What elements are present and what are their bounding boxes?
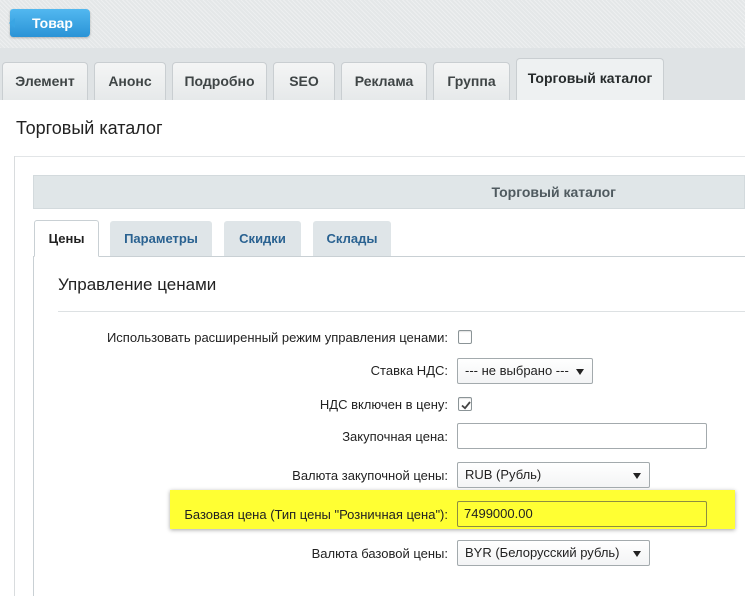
purchase-currency-label: Валюта закупочной цены: [292,468,448,483]
chevron-down-icon [633,473,641,479]
base-currency-select[interactable]: BYR (Белорусский рубль) [457,540,650,566]
tab-announce[interactable]: Анонс [94,62,166,100]
base-price-input[interactable]: 7499000.00 [457,501,707,527]
tab-group[interactable]: Группа [433,62,510,100]
vat-included-checkbox[interactable] [458,397,472,411]
main-tab-bar: Элемент Анонс Подробно SEO Реклама Групп… [0,48,745,100]
base-price-label: Базовая цена (Тип цены "Розничная цена")… [184,507,448,522]
vat-included-label: НДС включен в цену: [319,397,448,412]
chevron-down-icon [576,369,584,375]
extended-mode-label: Использовать расширенный режим управлени… [106,330,448,345]
divider [14,156,745,157]
sub-tab-parameters[interactable]: Параметры [110,221,212,257]
purchase-currency-value: RUB (Рубль) [465,467,542,482]
vat-rate-label: Ставка НДС: [370,363,448,378]
checkmark-icon [461,401,471,410]
tab-advertising[interactable]: Реклама [341,62,427,100]
sub-tab-prices[interactable]: Цены [34,220,99,257]
base-currency-label: Валюта базовой цены: [311,546,448,561]
page-title: Торговый каталог [16,118,163,138]
sub-tab-discounts[interactable]: Скидки [224,221,301,257]
divider [14,156,15,596]
tab-trade-catalog[interactable]: Торговый каталог [516,58,664,100]
tab-panel: Торговый каталог Торговый каталог Цены П… [0,100,745,596]
vat-rate-value: --- не выбрано --- [465,363,569,378]
tab-details[interactable]: Подробно [172,62,267,100]
content-title: Управление ценами [58,275,217,294]
chevron-down-icon [633,551,641,557]
tab-seo[interactable]: SEO [273,62,335,100]
sub-tab-warehouses[interactable]: Склады [313,221,391,257]
vat-rate-select[interactable]: --- не выбрано --- [457,358,593,384]
extended-mode-checkbox[interactable] [458,330,472,344]
purchase-price-input[interactable] [457,423,707,449]
base-currency-value: BYR (Белорусский рубль) [465,545,620,560]
back-to-product-button[interactable]: Товар [9,9,90,37]
section-header: Торговый каталог [33,175,745,209]
top-bar: Товар [0,0,745,48]
tab-element[interactable]: Элемент [2,62,88,100]
purchase-price-label: Закупочная цена: [342,429,448,444]
divider [58,311,745,312]
purchase-currency-select[interactable]: RUB (Рубль) [457,462,650,488]
